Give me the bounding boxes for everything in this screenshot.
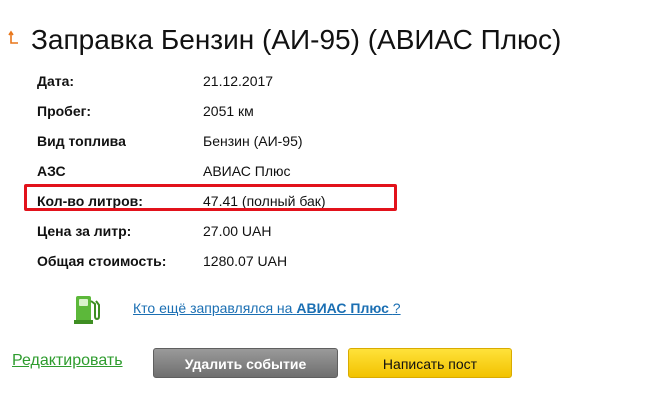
detail-label: Цена за литр: bbox=[37, 223, 132, 239]
who-refueled-prefix: Кто ещё заправлялся на bbox=[133, 300, 293, 316]
detail-row-fuel-type: Вид топлива Бензин (АИ-95) bbox=[37, 126, 397, 156]
detail-value: АВИАС Плюс bbox=[203, 163, 291, 179]
write-post-button[interactable]: Написать пост bbox=[348, 348, 512, 378]
detail-value: 1280.07 UAH bbox=[203, 253, 288, 269]
detail-label: Дата: bbox=[37, 73, 75, 89]
detail-value: 27.00 UAH bbox=[203, 223, 272, 239]
detail-label: Вид топлива bbox=[37, 133, 126, 149]
fuel-pump-icon bbox=[74, 296, 100, 324]
detail-label: Пробег: bbox=[37, 103, 92, 119]
who-refueled-suffix: ? bbox=[392, 300, 401, 316]
back-arrow-icon[interactable] bbox=[8, 30, 20, 46]
detail-row-station: АЗС АВИАС Плюс bbox=[37, 156, 397, 186]
who-refueled-link[interactable]: Кто ещё заправлялся на АВИАС Плюс ? bbox=[133, 300, 401, 316]
detail-row-price-per-liter: Цена за литр: 27.00 UAH bbox=[37, 216, 397, 246]
detail-value: 21.12.2017 bbox=[203, 73, 274, 89]
highlight-box bbox=[24, 184, 397, 211]
detail-label: Общая стоимость: bbox=[37, 253, 167, 269]
detail-row-total-cost: Общая стоимость: 1280.07 UAH bbox=[37, 246, 397, 276]
detail-row-mileage: Пробег: 2051 км bbox=[37, 96, 397, 126]
detail-value: Бензин (АИ-95) bbox=[203, 133, 303, 149]
who-refueled-station: АВИАС Плюс bbox=[296, 300, 389, 316]
edit-link[interactable]: Редактировать bbox=[12, 352, 123, 370]
delete-event-button[interactable]: Удалить событие bbox=[153, 348, 338, 378]
detail-label: АЗС bbox=[37, 163, 66, 179]
detail-value: 2051 км bbox=[203, 103, 254, 119]
page-title: Заправка Бензин (АИ-95) (АВИАС Плюс) bbox=[31, 24, 562, 55]
detail-row-date: Дата: 21.12.2017 bbox=[37, 66, 397, 96]
refuel-details: Дата: 21.12.2017 Пробег: 2051 км Вид топ… bbox=[37, 66, 397, 276]
